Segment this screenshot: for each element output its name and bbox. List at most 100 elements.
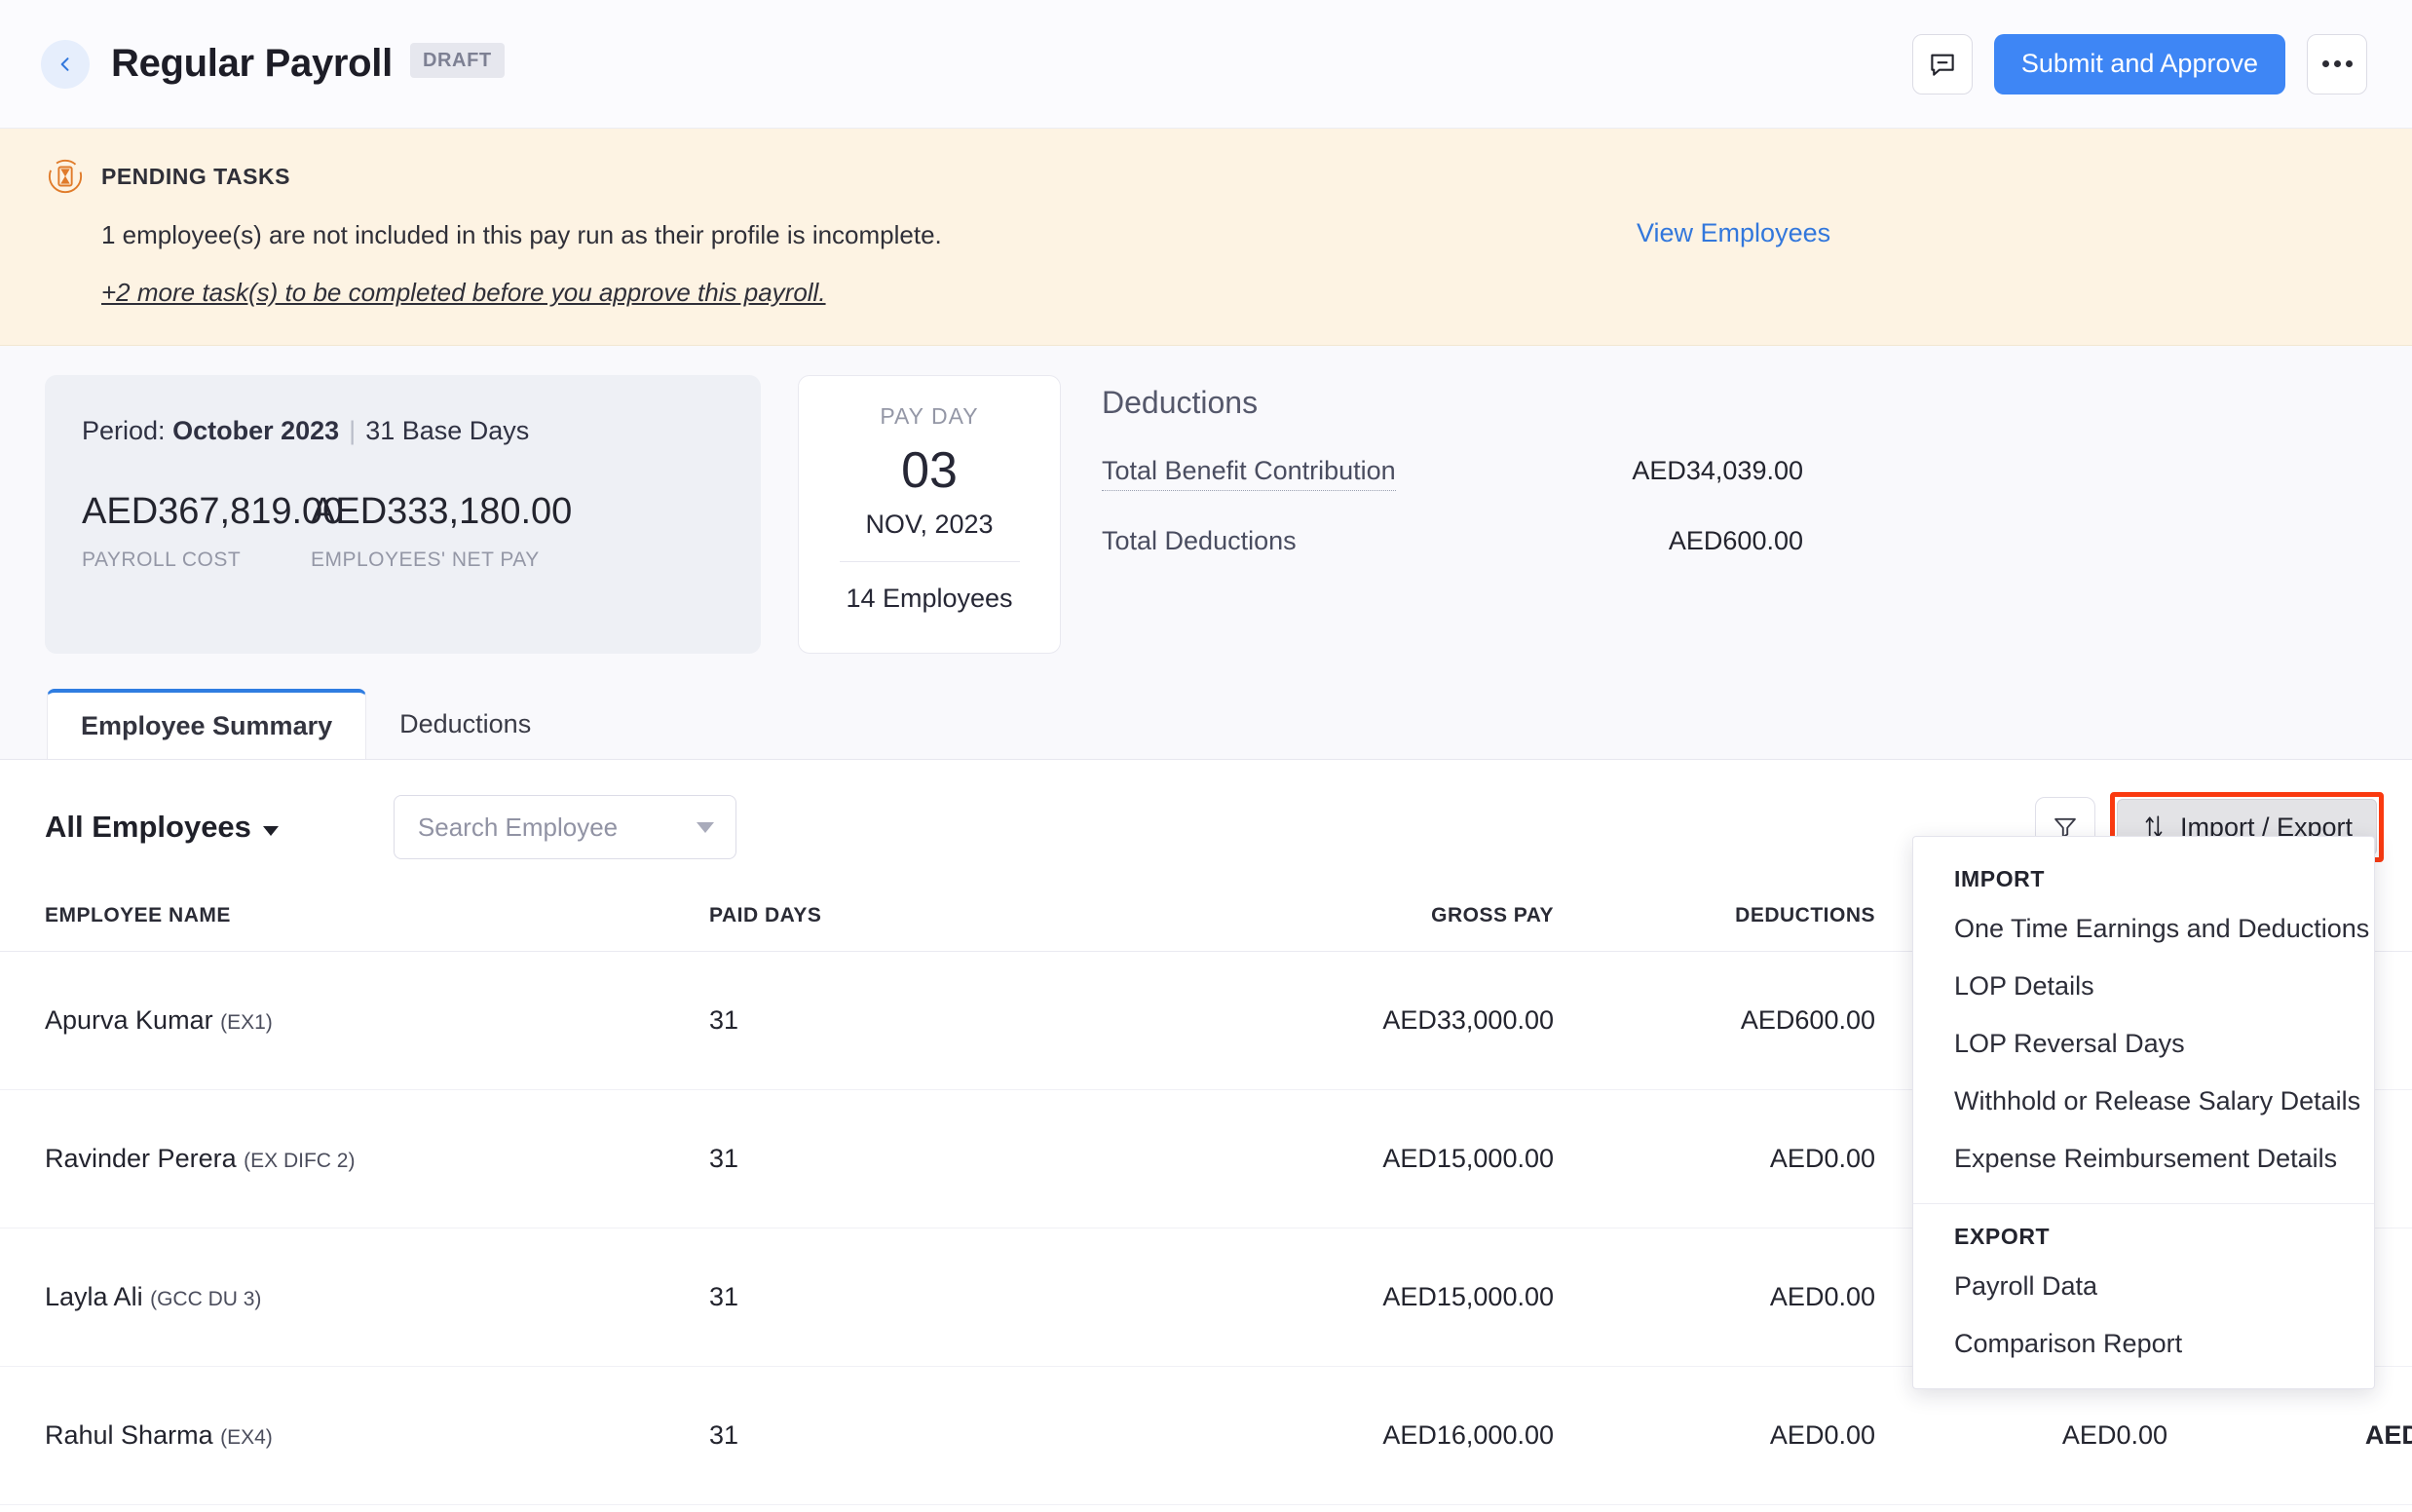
search-employee-input[interactable]: Search Employee bbox=[394, 795, 736, 859]
tab-deductions-label: Deductions bbox=[399, 709, 531, 739]
payday-employee-count: 14 Employees bbox=[846, 584, 1012, 614]
period-separator: | bbox=[349, 416, 356, 445]
more-tasks-link[interactable]: +2 more task(s) to be completed before y… bbox=[101, 278, 826, 308]
period-prefix: Period: bbox=[82, 416, 166, 445]
tab-employee-summary-label: Employee Summary bbox=[81, 711, 332, 741]
view-employees-link[interactable]: View Employees bbox=[1637, 218, 1830, 248]
cell-gross-pay: AED15,000.00 bbox=[1120, 1228, 1554, 1367]
search-employee-placeholder: Search Employee bbox=[418, 813, 618, 843]
menu-section-import: IMPORT bbox=[1913, 858, 2374, 900]
deduction-label-wrap: Total Benefit Contribution bbox=[1102, 456, 1511, 491]
payday-month-year: NOV, 2023 bbox=[865, 510, 993, 540]
cell-employee-name: Ravinder Perera (EX DIFC 2) bbox=[0, 1090, 672, 1228]
employee-name: Layla Ali bbox=[45, 1282, 143, 1311]
cell-deductions: AED600.00 bbox=[1554, 952, 1875, 1090]
hourglass-icon bbox=[47, 158, 84, 195]
deduction-row: Total Benefit Contribution AED34,039.00 bbox=[1102, 456, 1979, 491]
net-pay-label: EMPLOYEES' NET PAY bbox=[311, 548, 572, 572]
pending-tasks-message: 1 employee(s) are not included in this p… bbox=[101, 220, 2412, 250]
cell-gross-pay: AED14,000.00 bbox=[1120, 1505, 1554, 1512]
column-employee-name: EMPLOYEE NAME bbox=[0, 888, 672, 952]
employee-code: (EX DIFC 2) bbox=[244, 1150, 355, 1172]
column-gross-pay: GROSS PAY bbox=[1120, 888, 1554, 952]
all-employees-dropdown[interactable]: All Employees bbox=[45, 810, 279, 845]
menu-section-export: EXPORT bbox=[1913, 1216, 2374, 1258]
table-row[interactable]: Jojo Rose (EX5) 31 AED14,000.00 AED0.00 … bbox=[0, 1505, 2412, 1512]
cell-paid-days: 31 bbox=[672, 1090, 1120, 1228]
cell-employee-name: Layla Ali (GCC DU 3) bbox=[0, 1228, 672, 1367]
menu-item-expense-reimbursement-details[interactable]: Expense Reimbursement Details bbox=[1913, 1130, 2374, 1188]
deductions-summary: Deductions Total Benefit Contribution AE… bbox=[1102, 375, 1979, 556]
net-pay-block: AED333,180.00 EMPLOYEES' NET PAY bbox=[311, 491, 572, 572]
tab-deductions[interactable]: Deductions bbox=[366, 689, 564, 759]
employee-code: (EX4) bbox=[220, 1426, 273, 1449]
payroll-summary: Period: October 2023 | 31 Base Days AED367… bbox=[0, 346, 2412, 654]
all-employees-label: All Employees bbox=[45, 810, 251, 845]
employee-name: Rahul Sharma bbox=[45, 1420, 213, 1450]
menu-divider bbox=[1913, 1203, 2374, 1204]
submit-and-approve-button[interactable]: Submit and Approve bbox=[1994, 34, 2285, 94]
menu-item-withhold-or-release-salary-details[interactable]: Withhold or Release Salary Details bbox=[1913, 1073, 2374, 1130]
cell-paid-days: 31 bbox=[672, 1228, 1120, 1367]
employee-name: Ravinder Perera bbox=[45, 1144, 237, 1173]
tab-bar: Employee Summary Deductions bbox=[0, 689, 2412, 759]
payroll-cost-label: PAYROLL COST bbox=[82, 548, 311, 572]
column-paid-days: PAID DAYS bbox=[672, 888, 1120, 952]
cell-deductions: AED0.00 bbox=[1554, 1228, 1875, 1367]
net-pay-value: AED333,180.00 bbox=[311, 491, 572, 533]
payroll-cost-value: AED367,819.00 bbox=[82, 491, 311, 533]
menu-item-one-time-earnings-and-deductions[interactable]: One Time Earnings and Deductions bbox=[1913, 900, 2374, 958]
status-badge: DRAFT bbox=[410, 43, 505, 78]
period-card: Period: October 2023 | 31 Base Days AED367… bbox=[45, 375, 761, 654]
deduction-row: Total Deductions AED600.00 bbox=[1102, 526, 1979, 556]
period-value: October 2023 bbox=[172, 416, 339, 445]
page-header: Regular Payroll DRAFT Submit and Approve bbox=[0, 0, 2412, 129]
tab-employee-summary[interactable]: Employee Summary bbox=[47, 689, 366, 759]
payroll-cost-block: AED367,819.00 PAYROLL COST bbox=[82, 491, 311, 572]
cell-gross-pay: AED16,000.00 bbox=[1120, 1367, 1554, 1505]
cell-employee-name: Rahul Sharma (EX4) bbox=[0, 1367, 672, 1505]
cell-employee-name: Apurva Kumar (EX1) bbox=[0, 952, 672, 1090]
cell-net-pay: AED14,000.00 bbox=[2167, 1505, 2412, 1512]
total-benefit-contribution-value: AED34,039.00 bbox=[1511, 456, 1803, 486]
deductions-summary-title: Deductions bbox=[1102, 385, 1979, 421]
chevron-left-icon bbox=[56, 55, 75, 74]
cell-gross-pay: AED15,000.00 bbox=[1120, 1090, 1554, 1228]
column-deductions: DEDUCTIONS bbox=[1554, 888, 1875, 952]
menu-item-comparison-report[interactable]: Comparison Report bbox=[1913, 1315, 2374, 1373]
total-deductions-value: AED600.00 bbox=[1511, 526, 1803, 556]
pending-tasks-header: PENDING TASKS bbox=[47, 158, 2412, 195]
payday-day: 03 bbox=[901, 441, 958, 500]
chevron-down-icon bbox=[263, 826, 279, 836]
period-line: Period: October 2023 | 31 Base Days bbox=[82, 416, 761, 446]
back-button[interactable] bbox=[41, 40, 90, 89]
chevron-down-icon bbox=[697, 822, 714, 833]
menu-item-lop-details[interactable]: LOP Details bbox=[1913, 958, 2374, 1015]
cell-employee-name: Jojo Rose (EX5) bbox=[0, 1505, 672, 1512]
payroll-page: Regular Payroll DRAFT Submit and Approve… bbox=[0, 0, 2412, 1512]
pending-tasks-content: PENDING TASKS 1 employee(s) are not incl… bbox=[0, 158, 2412, 308]
ellipsis-horizontal-icon bbox=[2322, 60, 2353, 67]
cell-paid-days: 31 bbox=[672, 952, 1120, 1090]
comment-icon bbox=[1928, 50, 1957, 79]
total-benefit-contribution-label[interactable]: Total Benefit Contribution bbox=[1102, 456, 1396, 491]
payday-divider bbox=[840, 561, 1020, 562]
cell-deductions: AED0.00 bbox=[1554, 1367, 1875, 1505]
employee-code: (EX1) bbox=[220, 1011, 273, 1034]
pending-tasks-title: PENDING TASKS bbox=[101, 164, 290, 190]
cell-deductions: AED0.00 bbox=[1554, 1505, 1875, 1512]
base-days: 31 Base Days bbox=[365, 416, 529, 445]
import-export-menu: IMPORT One Time Earnings and Deductions … bbox=[1912, 836, 2375, 1389]
cell-deductions: AED0.00 bbox=[1554, 1090, 1875, 1228]
employee-name: Apurva Kumar bbox=[45, 1005, 213, 1035]
deduction-label-wrap: Total Deductions bbox=[1102, 526, 1511, 556]
total-deductions-label: Total Deductions bbox=[1102, 526, 1297, 555]
more-options-button[interactable] bbox=[2307, 34, 2367, 94]
cell-benefits: AED0.00 bbox=[1875, 1505, 2167, 1512]
employee-code: (GCC DU 3) bbox=[150, 1288, 261, 1310]
pending-tasks-banner: PENDING TASKS 1 employee(s) are not incl… bbox=[0, 129, 2412, 346]
menu-item-lop-reversal-days[interactable]: LOP Reversal Days bbox=[1913, 1015, 2374, 1073]
menu-item-payroll-data[interactable]: Payroll Data bbox=[1913, 1258, 2374, 1315]
comment-button[interactable] bbox=[1912, 34, 1973, 94]
cell-paid-days: 31 bbox=[672, 1505, 1120, 1512]
